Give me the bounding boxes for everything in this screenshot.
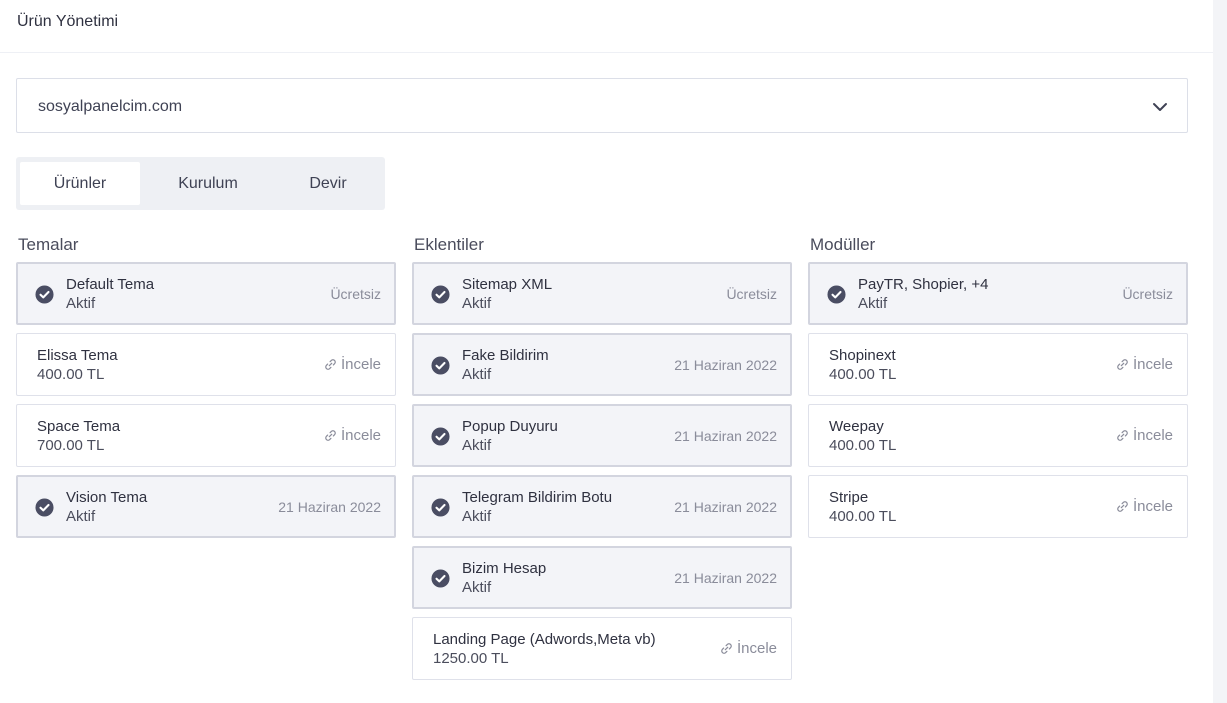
chevron-down-icon <box>1153 103 1167 111</box>
inspect-link[interactable]: İncele <box>1116 356 1173 373</box>
product-status: Aktif <box>462 437 492 454</box>
product-status: 400.00 TL <box>37 366 105 383</box>
inspect-label: İncele <box>1132 427 1173 444</box>
inspect-link[interactable]: İncele <box>324 356 381 373</box>
product-date: 21 Haziran 2022 <box>278 499 381 515</box>
product-card[interactable]: Bizim Hesap Aktif 21 Haziran 2022 <box>412 546 792 609</box>
product-name: Shopinext <box>829 347 896 364</box>
product-name: Bizim Hesap <box>462 560 547 577</box>
product-status: Aktif <box>66 295 96 312</box>
card-list: Default Tema Aktif Ücretsiz Elissa Tema 400.… <box>16 262 396 538</box>
inspect-label: İncele <box>736 640 777 657</box>
product-status: Aktif <box>462 366 492 383</box>
product-card[interactable]: Default Tema Aktif Ücretsiz <box>16 262 396 325</box>
scrollbar[interactable] <box>1213 0 1227 703</box>
column-eklentiler: Eklentiler Sitemap XML Aktif Ücretsiz Fake … <box>412 234 792 688</box>
product-name: Stripe <box>829 489 869 506</box>
product-card[interactable]: PayTR, Shopier, +4 Aktif Ücretsiz <box>808 262 1188 325</box>
product-status: 400.00 TL <box>829 437 897 454</box>
product-name: PayTR, Shopier, +4 <box>858 276 989 293</box>
tab-bar: Ürünler Kurulum Devir <box>16 157 385 210</box>
product-date: 21 Haziran 2022 <box>674 570 777 586</box>
inspect-link[interactable]: İncele <box>324 427 381 444</box>
page-header: Ürün Yönetimi <box>0 0 1213 53</box>
inspect-label: İncele <box>340 356 381 373</box>
product-status: Aktif <box>462 508 492 525</box>
product-name: Elissa Tema <box>37 347 118 364</box>
link-icon <box>325 359 336 370</box>
product-card[interactable]: Telegram Bildirim Botu Aktif 21 Haziran 20… <box>412 475 792 538</box>
check-circle-icon <box>431 285 450 304</box>
link-icon <box>721 643 732 654</box>
page-title: Ürün Yönetimi <box>17 13 119 30</box>
link-icon <box>1117 359 1128 370</box>
product-status: 1250.00 TL <box>433 650 509 667</box>
check-circle-icon <box>431 569 450 588</box>
product-date: Ücretsiz <box>726 286 777 302</box>
product-card[interactable]: Space Tema 700.00 TL İncele <box>16 404 396 467</box>
product-date: 21 Haziran 2022 <box>674 357 777 373</box>
product-status: 400.00 TL <box>829 508 897 525</box>
product-card[interactable]: Elissa Tema 400.00 TL İncele <box>16 333 396 396</box>
card-list: PayTR, Shopier, +4 Aktif Ücretsiz Shopinext… <box>808 262 1188 538</box>
column-heading: Temalar <box>18 235 79 254</box>
product-name: Vision Tema <box>66 489 148 506</box>
check-circle-icon <box>827 285 846 304</box>
product-card[interactable]: Vision Tema Aktif 21 Haziran 2022 <box>16 475 396 538</box>
product-name: Popup Duyuru <box>462 418 558 435</box>
tab-devir[interactable]: Devir <box>268 162 388 205</box>
product-status: Aktif <box>462 295 492 312</box>
product-name: Sitemap XML <box>462 276 553 293</box>
tab-kurulum[interactable]: Kurulum <box>148 162 268 205</box>
product-card[interactable]: Popup Duyuru Aktif 21 Haziran 2022 <box>412 404 792 467</box>
inspect-label: İncele <box>1132 498 1173 515</box>
inspect-link[interactable]: İncele <box>1116 498 1173 515</box>
product-date: 21 Haziran 2022 <box>674 428 777 444</box>
link-icon <box>1117 501 1128 512</box>
product-card[interactable]: Fake Bildirim Aktif 21 Haziran 2022 <box>412 333 792 396</box>
inspect-label: İncele <box>1132 356 1173 373</box>
product-card[interactable]: Weepay 400.00 TL İncele <box>808 404 1188 467</box>
product-status: 400.00 TL <box>829 366 897 383</box>
link-icon <box>1117 430 1128 441</box>
product-status: 700.00 TL <box>37 437 105 454</box>
product-name: Landing Page (Adwords,Meta vb) <box>433 631 656 648</box>
column-moduller: Modüller PayTR, Shopier, +4 Aktif Ücretsiz… <box>808 234 1188 546</box>
check-circle-icon <box>35 498 54 517</box>
product-name: Space Tema <box>37 418 121 435</box>
link-icon <box>325 430 336 441</box>
check-circle-icon <box>431 356 450 375</box>
inspect-link[interactable]: İncele <box>1116 427 1173 444</box>
column-heading: Modüller <box>810 235 876 254</box>
column-heading: Eklentiler <box>414 235 484 254</box>
product-status: Aktif <box>858 295 888 312</box>
product-card[interactable]: Shopinext 400.00 TL İncele <box>808 333 1188 396</box>
product-name: Fake Bildirim <box>462 347 549 364</box>
product-date: Ücretsiz <box>330 286 381 302</box>
product-card[interactable]: Landing Page (Adwords,Meta vb) 1250.00 TL… <box>412 617 792 680</box>
column-temalar: Temalar Default Tema Aktif Ücretsiz Elissa … <box>16 234 396 546</box>
product-status: Aktif <box>462 579 492 596</box>
domain-select[interactable]: sosyalpanelcim.com <box>16 78 1188 133</box>
product-name: Telegram Bildirim Botu <box>462 489 613 506</box>
product-date: Ücretsiz <box>1122 286 1173 302</box>
check-circle-icon <box>431 498 450 517</box>
check-circle-icon <box>431 427 450 446</box>
check-circle-icon <box>35 285 54 304</box>
domain-select-value: sosyalpanelcim.com <box>38 98 183 115</box>
product-date: 21 Haziran 2022 <box>674 499 777 515</box>
card-list: Sitemap XML Aktif Ücretsiz Fake Bildirim Akt… <box>412 262 792 680</box>
inspect-link[interactable]: İncele <box>720 640 777 657</box>
inspect-label: İncele <box>340 427 381 444</box>
product-status: Aktif <box>66 508 96 525</box>
product-name: Default Tema <box>66 276 155 293</box>
product-name: Weepay <box>829 418 884 435</box>
product-card[interactable]: Sitemap XML Aktif Ücretsiz <box>412 262 792 325</box>
product-card[interactable]: Stripe 400.00 TL İncele <box>808 475 1188 538</box>
tab-urunler[interactable]: Ürünler <box>20 162 140 205</box>
